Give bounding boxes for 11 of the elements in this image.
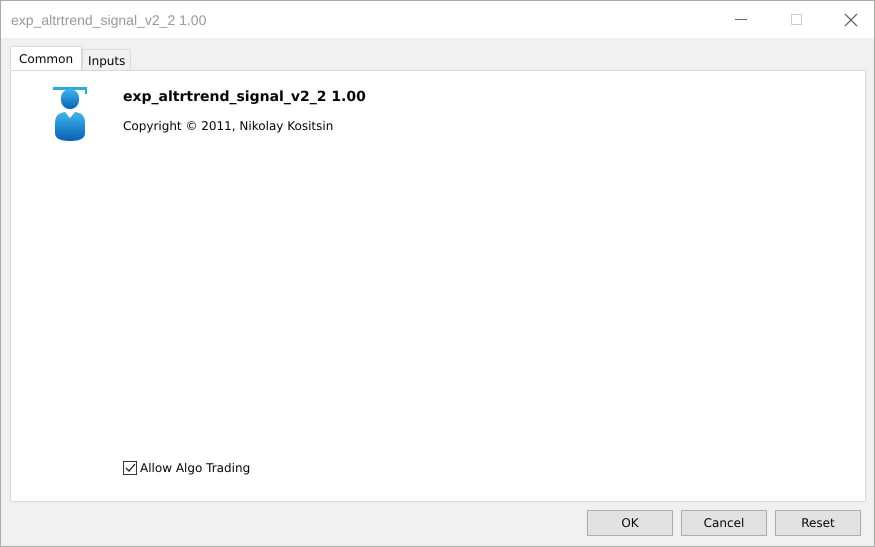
expert-name: exp_altrtrend_signal_v2_2 1.00 — [123, 89, 366, 105]
close-icon[interactable] — [844, 12, 858, 26]
dialog-button[interactable]: OK — [587, 510, 673, 536]
tab[interactable]: Common — [10, 46, 82, 70]
tab[interactable]: Inputs — [82, 49, 132, 70]
dialog-button[interactable]: Cancel — [681, 510, 767, 536]
copyright-text: Copyright © 2011, Nikolay Kositsin — [123, 119, 334, 133]
window-title: exp_altrtrend_signal_v2_2 1.00 — [11, 12, 208, 28]
dialog-button[interactable]: Reset — [775, 510, 861, 536]
checkbox-label: Allow Algo Trading — [140, 461, 250, 475]
checkbox[interactable] — [123, 461, 137, 475]
